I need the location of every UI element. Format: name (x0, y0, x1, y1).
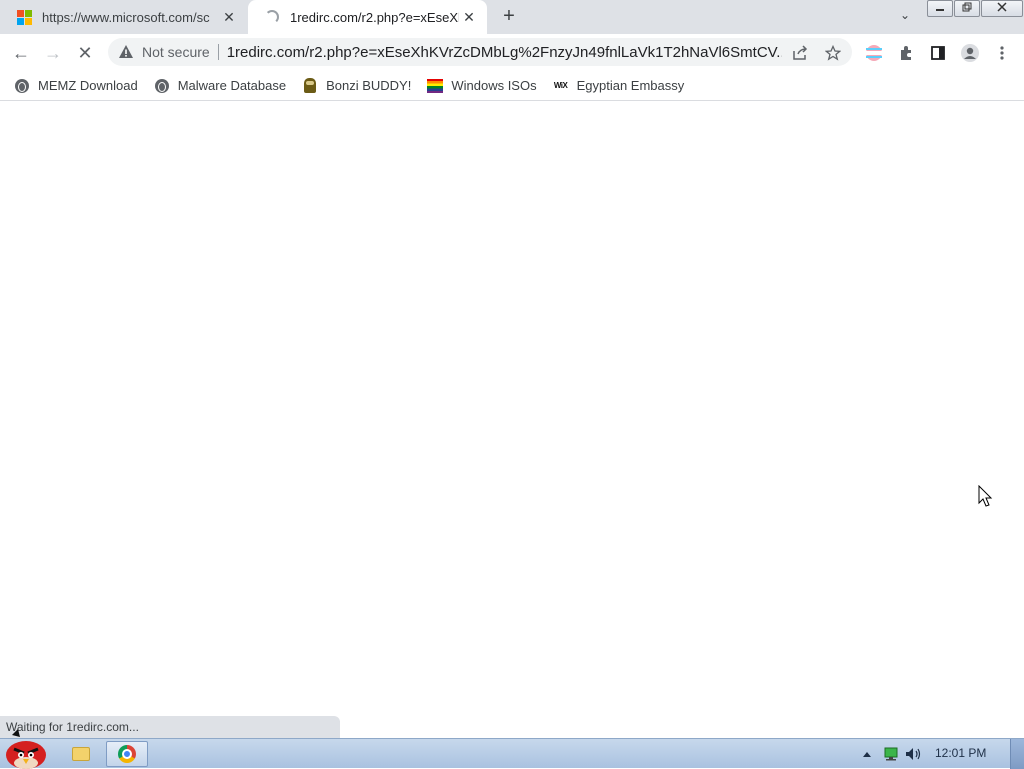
forward-button[interactable]: → (40, 40, 66, 66)
bookmarks-bar: MEMZ Download Malware Database Bonzi BUD… (0, 71, 1024, 101)
bookmark-label: Egyptian Embassy (576, 78, 685, 93)
menu-kebab-icon[interactable] (992, 43, 1012, 63)
side-panel-icon[interactable] (928, 43, 948, 63)
separator (217, 44, 219, 60)
globe-icon (14, 78, 30, 94)
rainbow-flag-icon (427, 78, 444, 94)
folder-icon (72, 747, 90, 761)
bookmark-bonzi-buddy[interactable]: Bonzi BUDDY! (302, 78, 411, 94)
status-bubble: Waiting for 1redirc.com... (0, 716, 340, 738)
bookmark-label: Windows ISOs (451, 78, 537, 93)
tab-title: https://www.microsoft.com/sc (42, 9, 210, 25)
restore-icon (962, 2, 972, 12)
close-window-button[interactable] (981, 0, 1023, 17)
bookmark-malware-database[interactable]: Malware Database (154, 78, 286, 94)
bookmark-label: Bonzi BUDDY! (326, 78, 412, 93)
microsoft-logo-icon (16, 9, 32, 25)
close-icon (997, 2, 1007, 12)
bookmark-star-icon[interactable] (824, 44, 842, 62)
tab-title: 1redirc.com/r2.php?e=xEseXh (290, 9, 459, 25)
chrome-icon (118, 745, 136, 763)
minimize-button[interactable] (927, 0, 953, 17)
wix-icon: WiX (553, 81, 568, 90)
browser-toolbar: ← → ✕ Not secure 1redirc.com/r2.php?e=xE… (0, 34, 1024, 71)
url-text[interactable]: 1redirc.com/r2.php?e=xEseXhKVrZcDMbLg%2F… (227, 44, 782, 61)
tab-microsoft[interactable]: https://www.microsoft.com/sc ✕ (0, 0, 247, 34)
chrome-taskbar-button[interactable] (106, 741, 148, 767)
security-status-label: Not secure (142, 44, 210, 60)
window-controls (927, 0, 1024, 18)
globe-icon (154, 78, 170, 94)
account-avatar-icon[interactable] (960, 43, 980, 63)
network-icon[interactable] (882, 745, 900, 763)
show-desktop-button[interactable] (1010, 739, 1024, 769)
bookmark-label: MEMZ Download (38, 78, 138, 93)
back-button[interactable]: ← (8, 40, 34, 66)
bookmark-label: Malware Database (177, 78, 287, 93)
tab-1redirc[interactable]: 1redirc.com/r2.php?e=xEseXh ✕ (248, 0, 487, 34)
bookmark-windows-isos[interactable]: Windows ISOs (427, 78, 537, 94)
file-explorer-taskbar-button[interactable] (60, 741, 102, 767)
stop-icon: ✕ (77, 42, 93, 63)
start-button-angry-bird-icon[interactable] (2, 727, 50, 769)
profile-extension-icon[interactable] (864, 43, 884, 63)
page-content (0, 102, 1024, 738)
close-tab-icon[interactable]: ✕ (219, 7, 239, 27)
mouse-cursor-icon (978, 485, 993, 507)
extensions-puzzle-icon[interactable] (896, 43, 916, 63)
show-hidden-icons-button[interactable] (860, 745, 874, 763)
taskbar: 12:01 PM (0, 729, 1024, 769)
clock[interactable]: 12:01 PM (935, 746, 986, 760)
volume-icon[interactable] (904, 745, 924, 763)
close-tab-icon[interactable]: ✕ (459, 7, 479, 27)
tab-strip: https://www.microsoft.com/sc ✕ 1redirc.c… (0, 0, 1024, 34)
address-bar[interactable]: Not secure 1redirc.com/r2.php?e=xEseXhKV… (108, 38, 852, 66)
bookmark-egyptian-embassy[interactable]: WiX Egyptian Embassy (553, 78, 685, 94)
minimize-icon (936, 9, 944, 11)
loading-spinner-icon (264, 9, 280, 25)
forward-arrow-icon: → (44, 42, 62, 63)
bookmark-memz-download[interactable]: MEMZ Download (14, 78, 138, 94)
chevron-up-icon (863, 752, 871, 757)
bonzi-icon (302, 78, 318, 94)
share-icon[interactable] (791, 44, 809, 62)
tab-search-button[interactable]: ⌄ (895, 8, 915, 26)
stop-loading-button[interactable]: ✕ (72, 40, 98, 66)
back-arrow-icon: ← (12, 42, 30, 63)
new-tab-button[interactable]: + (497, 6, 521, 28)
warning-triangle-icon[interactable] (118, 44, 134, 60)
restore-button[interactable] (954, 0, 980, 17)
